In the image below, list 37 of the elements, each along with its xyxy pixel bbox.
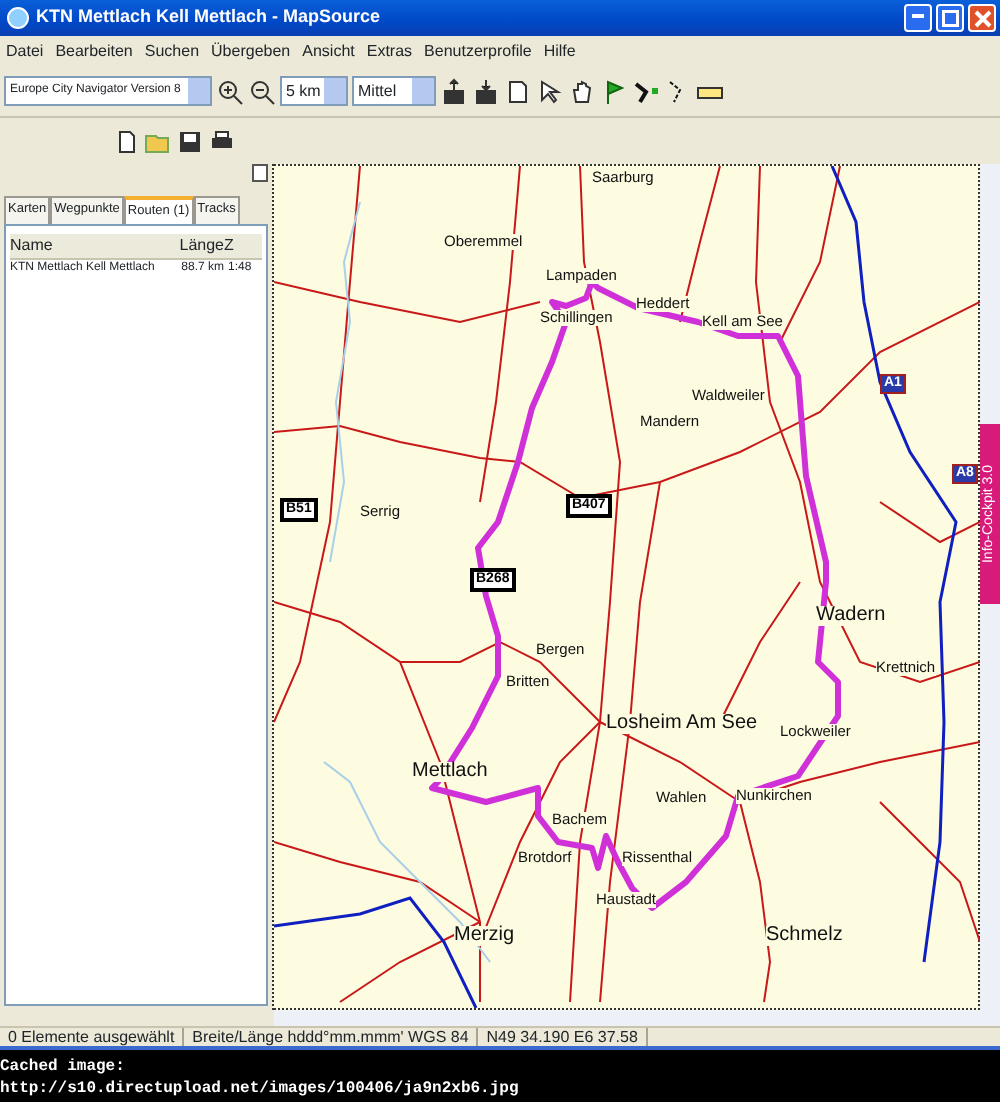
place-label: Merzig xyxy=(454,926,515,946)
place-label: Mettlach xyxy=(412,762,488,782)
hand-icon[interactable] xyxy=(568,77,596,105)
zoom-in-icon[interactable] xyxy=(216,77,244,105)
zoom-out-icon[interactable] xyxy=(248,77,276,105)
globe-icon xyxy=(4,4,32,32)
column-header[interactable]: Z xyxy=(224,233,252,258)
minimize-button[interactable] xyxy=(904,4,932,32)
place-label: Wadern xyxy=(816,606,886,626)
menu-item[interactable]: Hilfe xyxy=(537,36,582,66)
maximize-icon xyxy=(941,9,959,27)
dropdown[interactable]: Mittel xyxy=(352,76,436,106)
place-label: Losheim Am See xyxy=(606,714,758,734)
place-label: Schmelz xyxy=(766,926,843,946)
select-arrow-icon[interactable] xyxy=(536,77,564,105)
column-header[interactable]: Länge xyxy=(170,233,224,258)
menu-item[interactable]: Übergeben xyxy=(205,36,297,66)
minimize-icon xyxy=(912,14,924,18)
maximize-button[interactable] xyxy=(936,4,964,32)
menu-item[interactable]: Bearbeiten xyxy=(49,36,139,66)
column-header[interactable]: Name xyxy=(10,233,170,258)
menu-item[interactable]: Benutzerprofile xyxy=(418,36,538,66)
menu-item[interactable]: Ansicht xyxy=(296,36,361,66)
menu-item[interactable]: Datei xyxy=(0,36,50,66)
horizontal-scrollbar[interactable] xyxy=(274,1010,1000,1026)
download-icon[interactable] xyxy=(472,77,500,105)
save-icon[interactable] xyxy=(176,127,204,155)
caption-url: http://s10.directupload.net/images/100406/ja9n2xb6.jpg xyxy=(0,1078,521,1100)
close-icon xyxy=(973,9,991,27)
menu-item[interactable]: Extras xyxy=(360,36,419,66)
route-icon[interactable] xyxy=(632,77,660,105)
window-title: KTN Mettlach Kell Mettlach - MapSource xyxy=(36,4,383,31)
dropdown[interactable]: 5 km xyxy=(280,76,348,106)
caption-label: Cached image: xyxy=(0,1056,127,1078)
upload-icon[interactable] xyxy=(440,77,468,105)
menu-item[interactable]: Suchen xyxy=(138,36,206,66)
page-icon[interactable] xyxy=(504,77,532,105)
